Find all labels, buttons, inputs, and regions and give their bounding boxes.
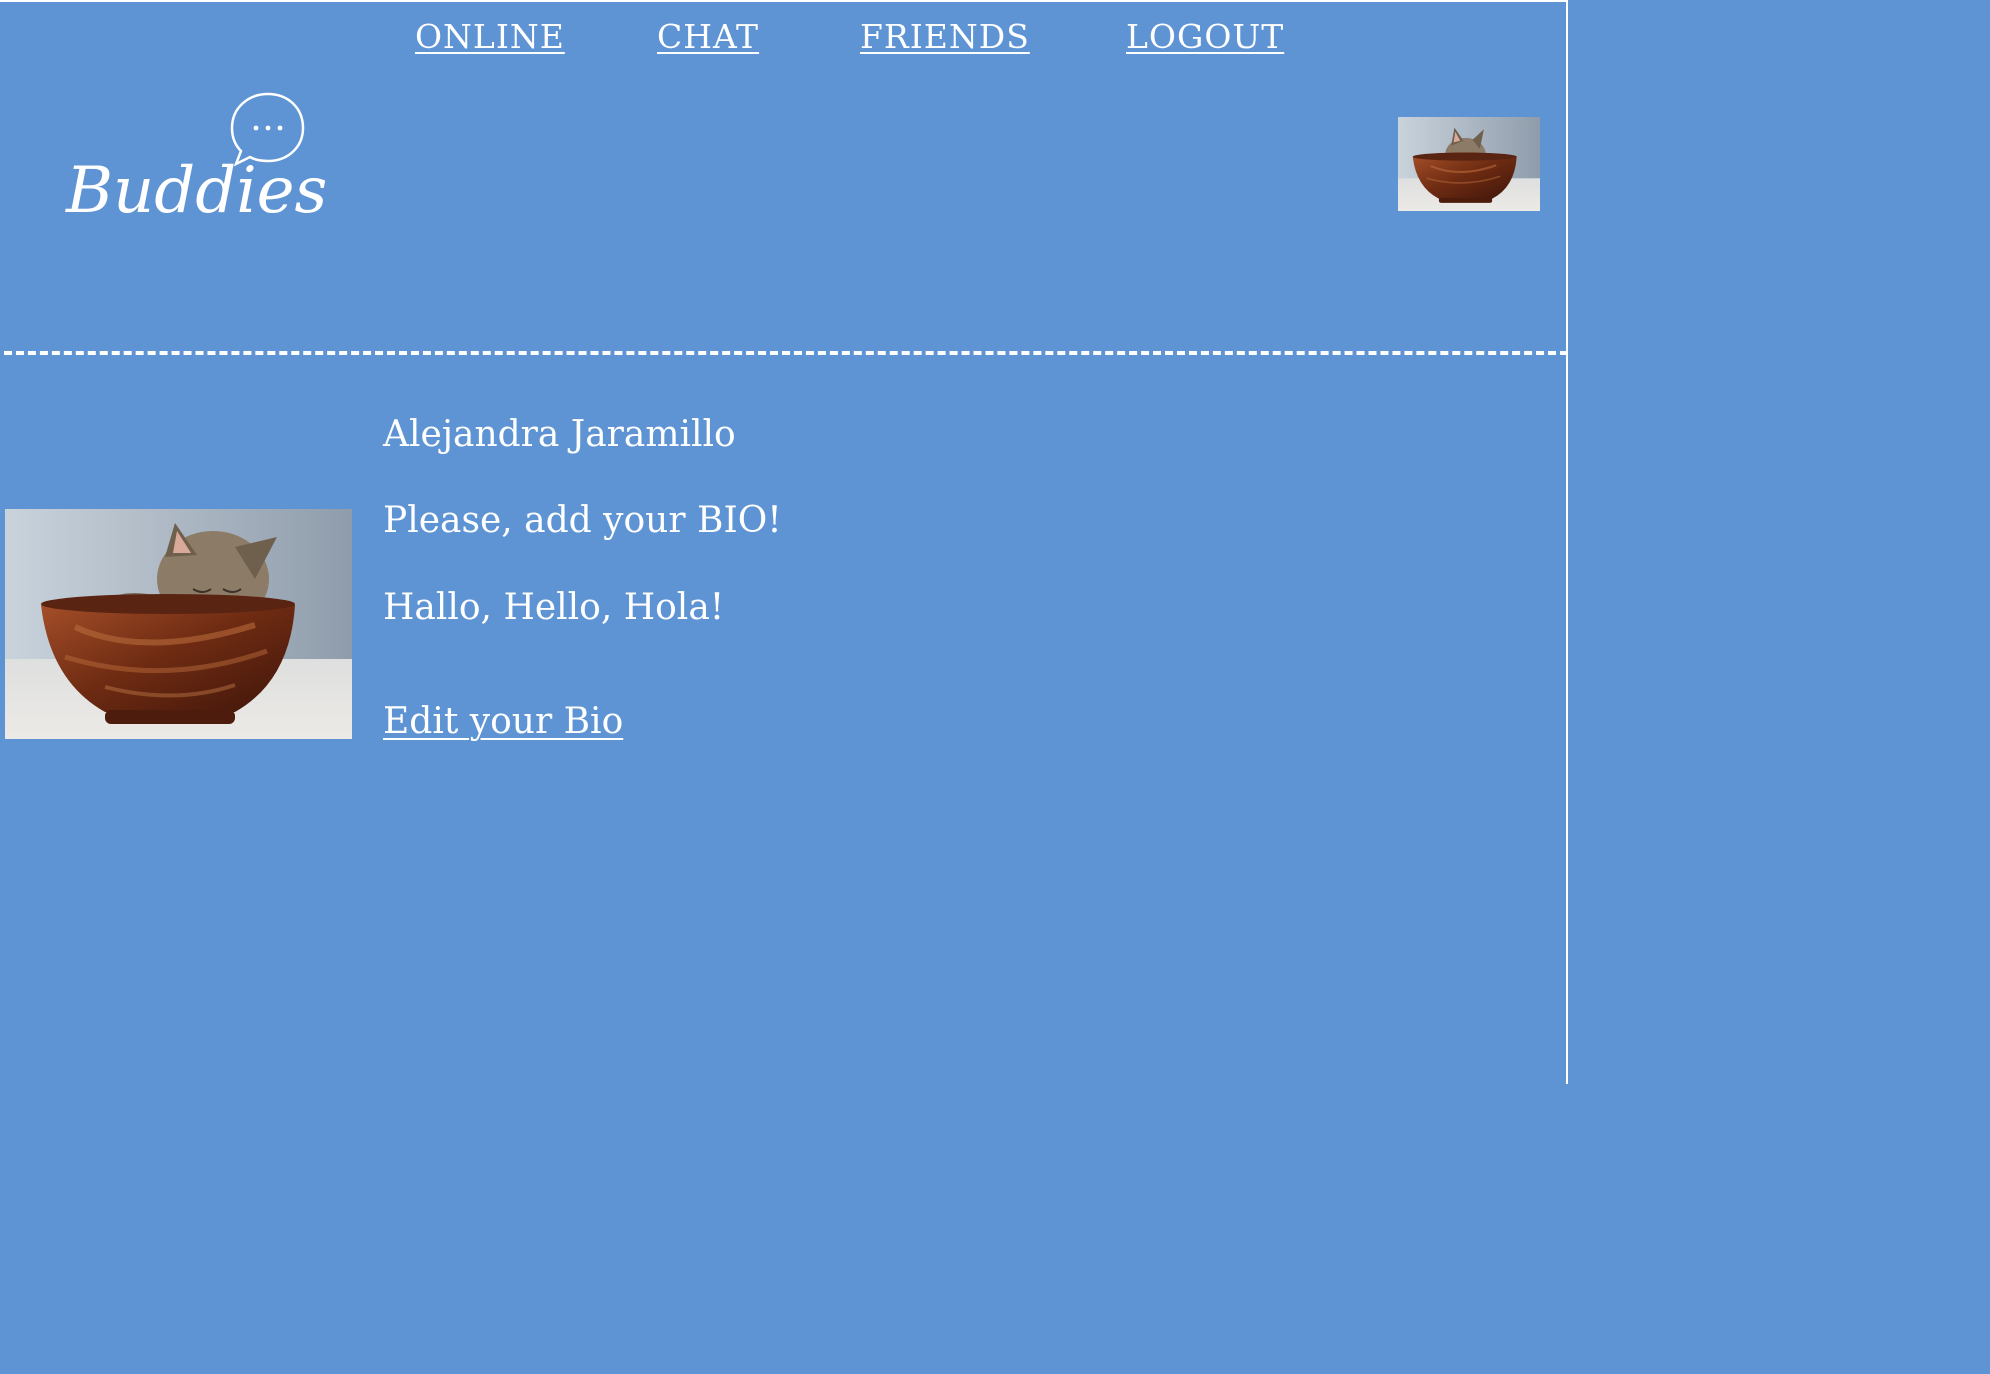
top-border <box>0 0 1568 2</box>
buddies-logo: Buddies <box>62 86 327 238</box>
bio-prompt: Please, add your BIO! <box>383 500 782 541</box>
kitten-in-bowl-photo-icon <box>5 509 352 739</box>
nav-link-chat[interactable]: CHAT <box>657 14 759 60</box>
section-divider <box>4 351 1568 355</box>
header-avatar[interactable] <box>1398 117 1540 211</box>
kitten-in-bowl-photo-icon <box>1398 117 1540 211</box>
nav-link-friends[interactable]: FRIENDS <box>860 14 1030 60</box>
profile-name: Alejandra Jaramillo <box>383 414 736 455</box>
nav-link-logout[interactable]: LOGOUT <box>1126 14 1284 60</box>
profile-photo <box>5 509 352 739</box>
main-nav: ONLINE CHAT FRIENDS LOGOUT <box>0 14 1568 64</box>
profile-bio: Hallo, Hello, Hola! <box>383 587 725 628</box>
logo-text: Buddies <box>66 154 328 228</box>
edit-bio-link[interactable]: Edit your Bio <box>383 699 623 745</box>
nav-link-online[interactable]: ONLINE <box>415 14 565 60</box>
right-edge <box>1566 0 1568 1084</box>
